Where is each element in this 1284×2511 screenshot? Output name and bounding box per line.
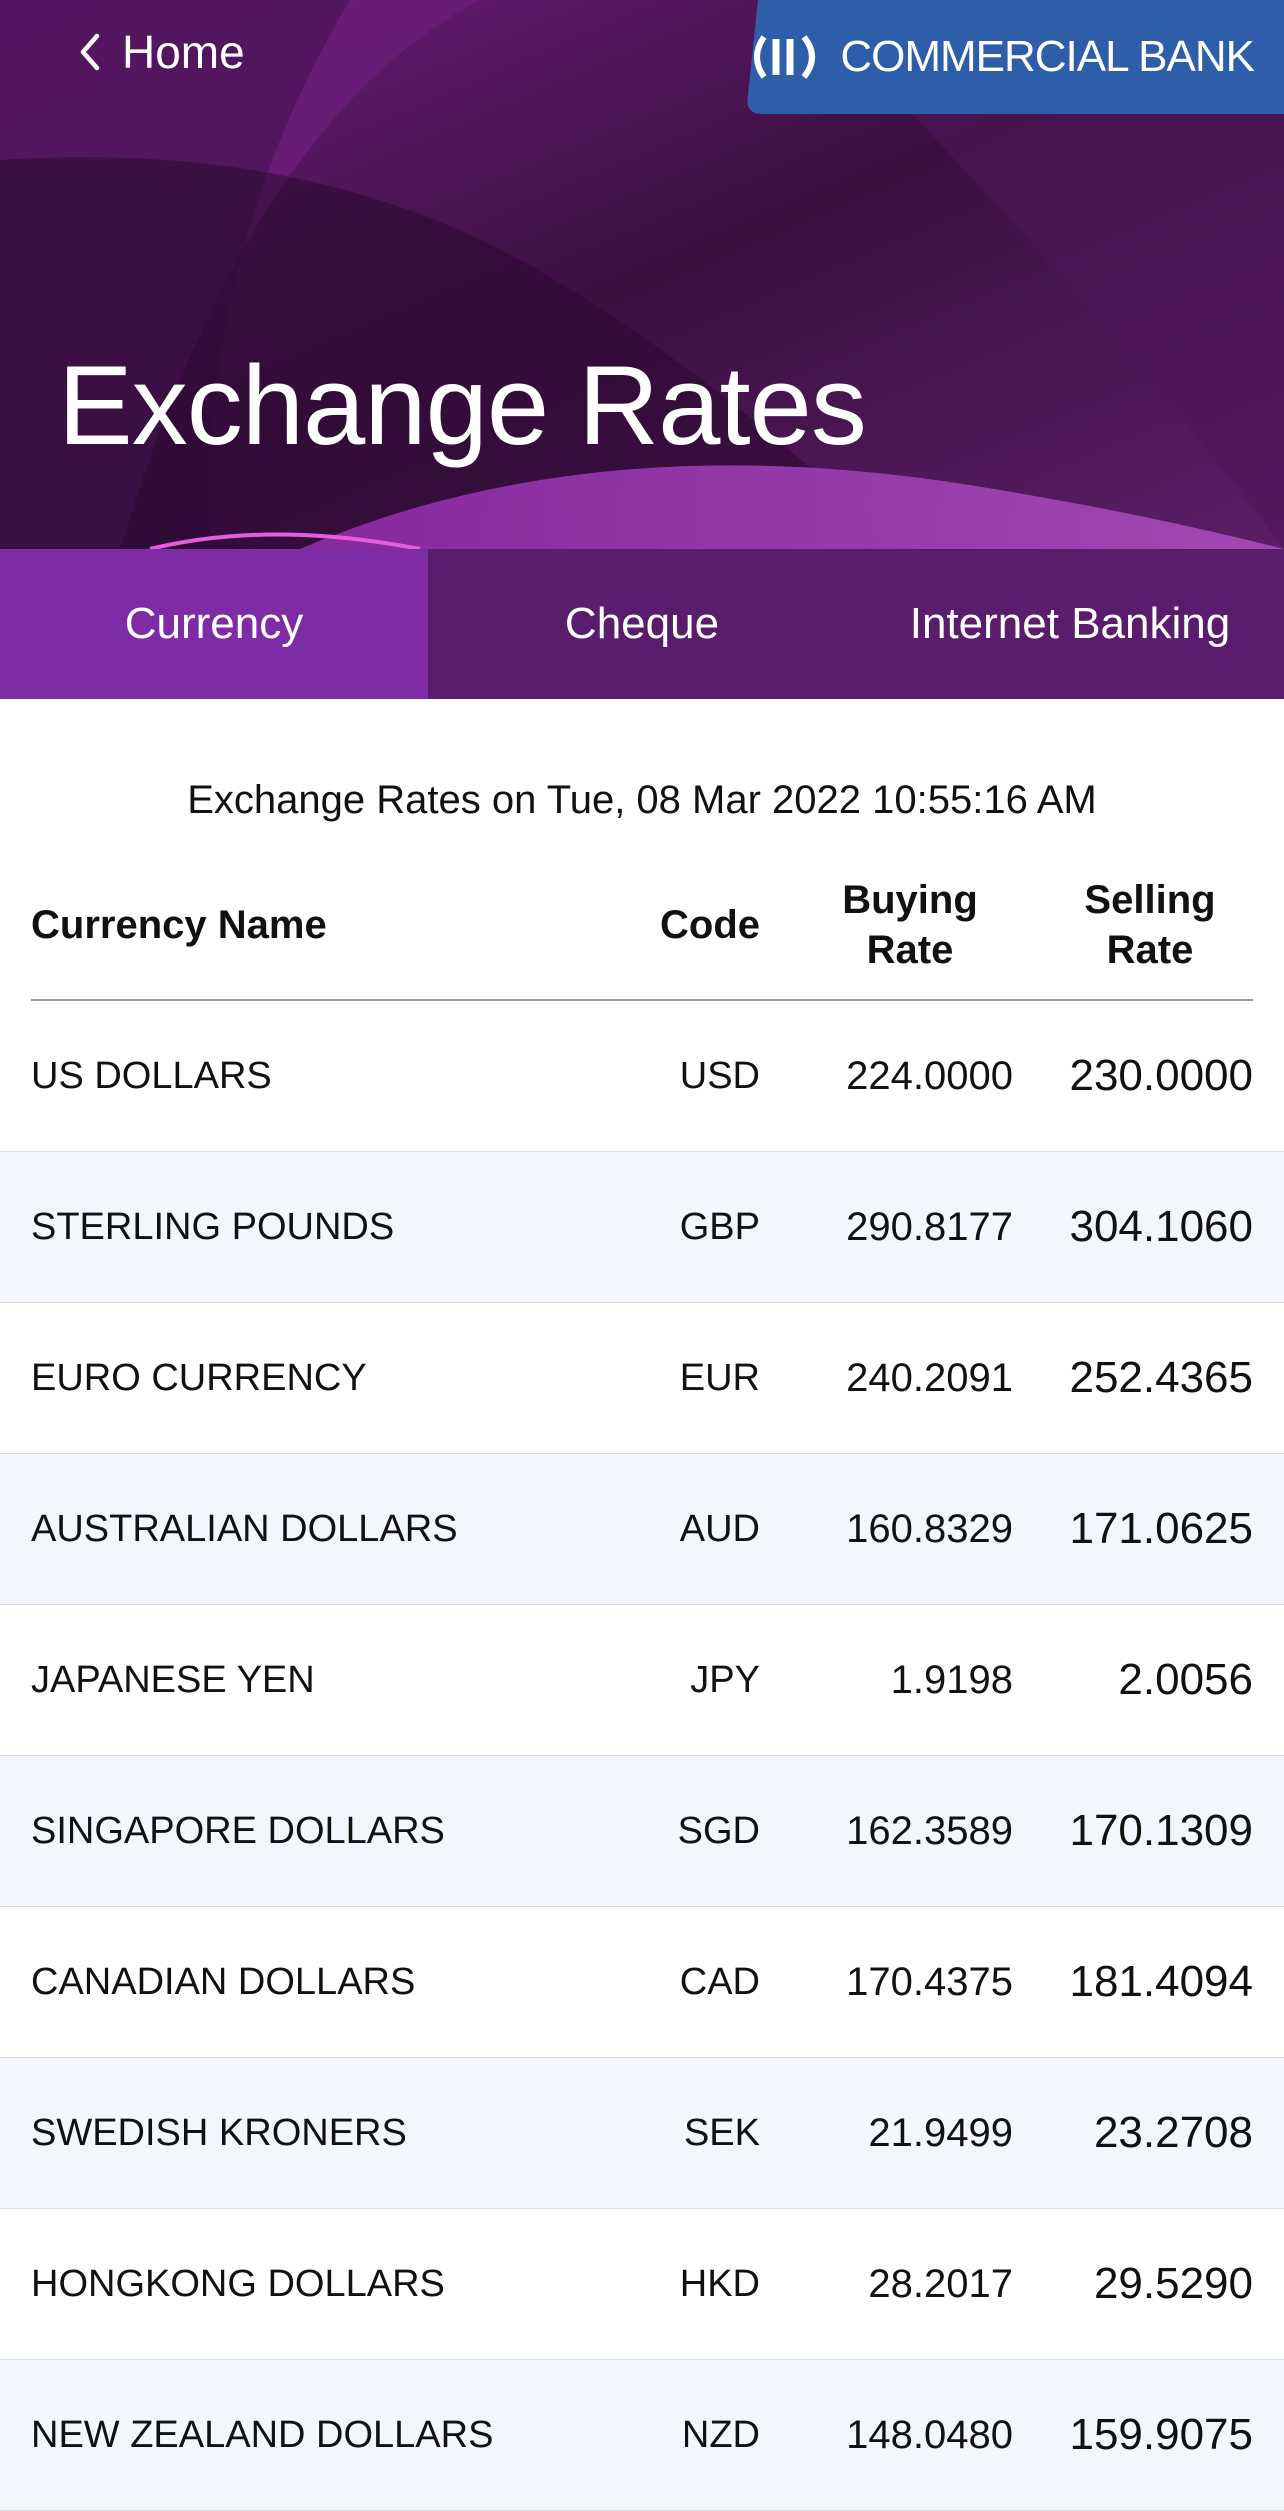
selling-rate: 181.4094: [1069, 1957, 1253, 2006]
currency-code: GBP: [679, 1206, 760, 1248]
selling-rate: 2.0056: [1118, 1655, 1253, 1704]
selling-rate: 29.5290: [1093, 2259, 1253, 2308]
rates-table: US DOLLARS USD 224.0000 230.0000 STERLIN…: [0, 1001, 1284, 2511]
buying-rate: 1.9198: [890, 1658, 1013, 1702]
buying-rate: 148.0480: [846, 2413, 1013, 2457]
header-currency-name: Currency Name: [31, 903, 327, 947]
table-header: Currency Name Code Buying Rate Selling R…: [0, 865, 1284, 999]
buying-rate: 21.9499: [868, 2111, 1013, 2155]
buying-rate: 160.8329: [846, 1507, 1013, 1551]
currency-code: SEK: [683, 2112, 760, 2154]
currency-name: JAPANESE YEN: [31, 1659, 315, 1701]
table-row[interactable]: CANADIAN DOLLARS CAD 170.4375 181.4094: [0, 1907, 1284, 2058]
table-row[interactable]: JAPANESE YEN JPY 1.9198 2.0056: [0, 1605, 1284, 1756]
brand-name: COMMERCIAL BANK: [840, 32, 1255, 81]
bank-logo-icon: [754, 35, 816, 79]
page-title: Exchange Rates: [58, 343, 867, 468]
table-row[interactable]: AUSTRALIAN DOLLARS AUD 160.8329 171.0625: [0, 1454, 1284, 1605]
currency-code: HKD: [679, 2263, 760, 2305]
currency-code: AUD: [679, 1508, 760, 1550]
currency-name: NEW ZEALAND DOLLARS: [31, 2414, 494, 2456]
buying-rate: 224.0000: [846, 1054, 1013, 1098]
table-row[interactable]: EURO CURRENCY EUR 240.2091 252.4365: [0, 1303, 1284, 1454]
back-label: Home: [122, 26, 245, 78]
header-code: Code: [660, 903, 760, 947]
table-row[interactable]: SWEDISH KRONERS SEK 21.9499 23.2708: [0, 2058, 1284, 2209]
buying-rate: 162.3589: [846, 1809, 1013, 1853]
currency-name: SINGAPORE DOLLARS: [31, 1810, 445, 1852]
back-button[interactable]: Home: [78, 20, 245, 84]
tab-cheque[interactable]: Cheque: [428, 549, 856, 699]
header-selling-rate: Selling Rate: [1084, 878, 1216, 972]
table-row[interactable]: HONGKONG DOLLARS HKD 28.2017 29.5290: [0, 2209, 1284, 2360]
currency-name: HONGKONG DOLLARS: [31, 2263, 445, 2305]
currency-code: SGD: [677, 1810, 760, 1852]
currency-code: EUR: [679, 1357, 760, 1399]
currency-code: JPY: [690, 1659, 760, 1701]
currency-code: CAD: [679, 1961, 760, 2003]
brand-logo: COMMERCIAL BANK: [746, 0, 1255, 114]
buying-rate: 170.4375: [846, 1960, 1013, 2004]
currency-name: AUSTRALIAN DOLLARS: [31, 1508, 458, 1550]
currency-name: STERLING POUNDS: [31, 1206, 395, 1248]
tab-currency[interactable]: Currency: [0, 549, 428, 699]
selling-rate: 159.9075: [1069, 2410, 1253, 2459]
selling-rate: 230.0000: [1069, 1051, 1253, 1100]
currency-code: NZD: [681, 2414, 760, 2456]
currency-name: SWEDISH KRONERS: [31, 2112, 407, 2154]
table-row[interactable]: NEW ZEALAND DOLLARS NZD 148.0480 159.907…: [0, 2360, 1284, 2511]
currency-code: USD: [679, 1055, 760, 1097]
currency-name: CANADIAN DOLLARS: [31, 1961, 416, 2003]
rates-timestamp: Exchange Rates on Tue, 08 Mar 2022 10:55…: [187, 778, 1097, 822]
selling-rate: 170.1309: [1069, 1806, 1253, 1855]
selling-rate: 304.1060: [1069, 1202, 1253, 1251]
tab-internet-banking[interactable]: Internet Banking: [856, 549, 1284, 699]
currency-name: US DOLLARS: [31, 1055, 272, 1097]
selling-rate: 171.0625: [1069, 1504, 1253, 1553]
buying-rate: 240.2091: [846, 1356, 1013, 1400]
selling-rate: 23.2708: [1093, 2108, 1253, 2157]
rate-type-tabs: Currency Cheque Internet Banking: [0, 549, 1284, 699]
header-banner: Home COMMERCIAL BANK Exchange Rates: [0, 0, 1284, 549]
selling-rate: 252.4365: [1069, 1353, 1253, 1402]
table-row[interactable]: SINGAPORE DOLLARS SGD 162.3589 170.1309: [0, 1756, 1284, 1907]
currency-name: EURO CURRENCY: [31, 1357, 367, 1399]
header-buying-rate: Buying Rate: [842, 878, 978, 972]
buying-rate: 290.8177: [846, 1205, 1013, 1249]
buying-rate: 28.2017: [868, 2262, 1013, 2306]
table-row[interactable]: STERLING POUNDS GBP 290.8177 304.1060: [0, 1152, 1284, 1303]
table-row[interactable]: US DOLLARS USD 224.0000 230.0000: [0, 1001, 1284, 1152]
chevron-left-icon: [80, 33, 100, 71]
